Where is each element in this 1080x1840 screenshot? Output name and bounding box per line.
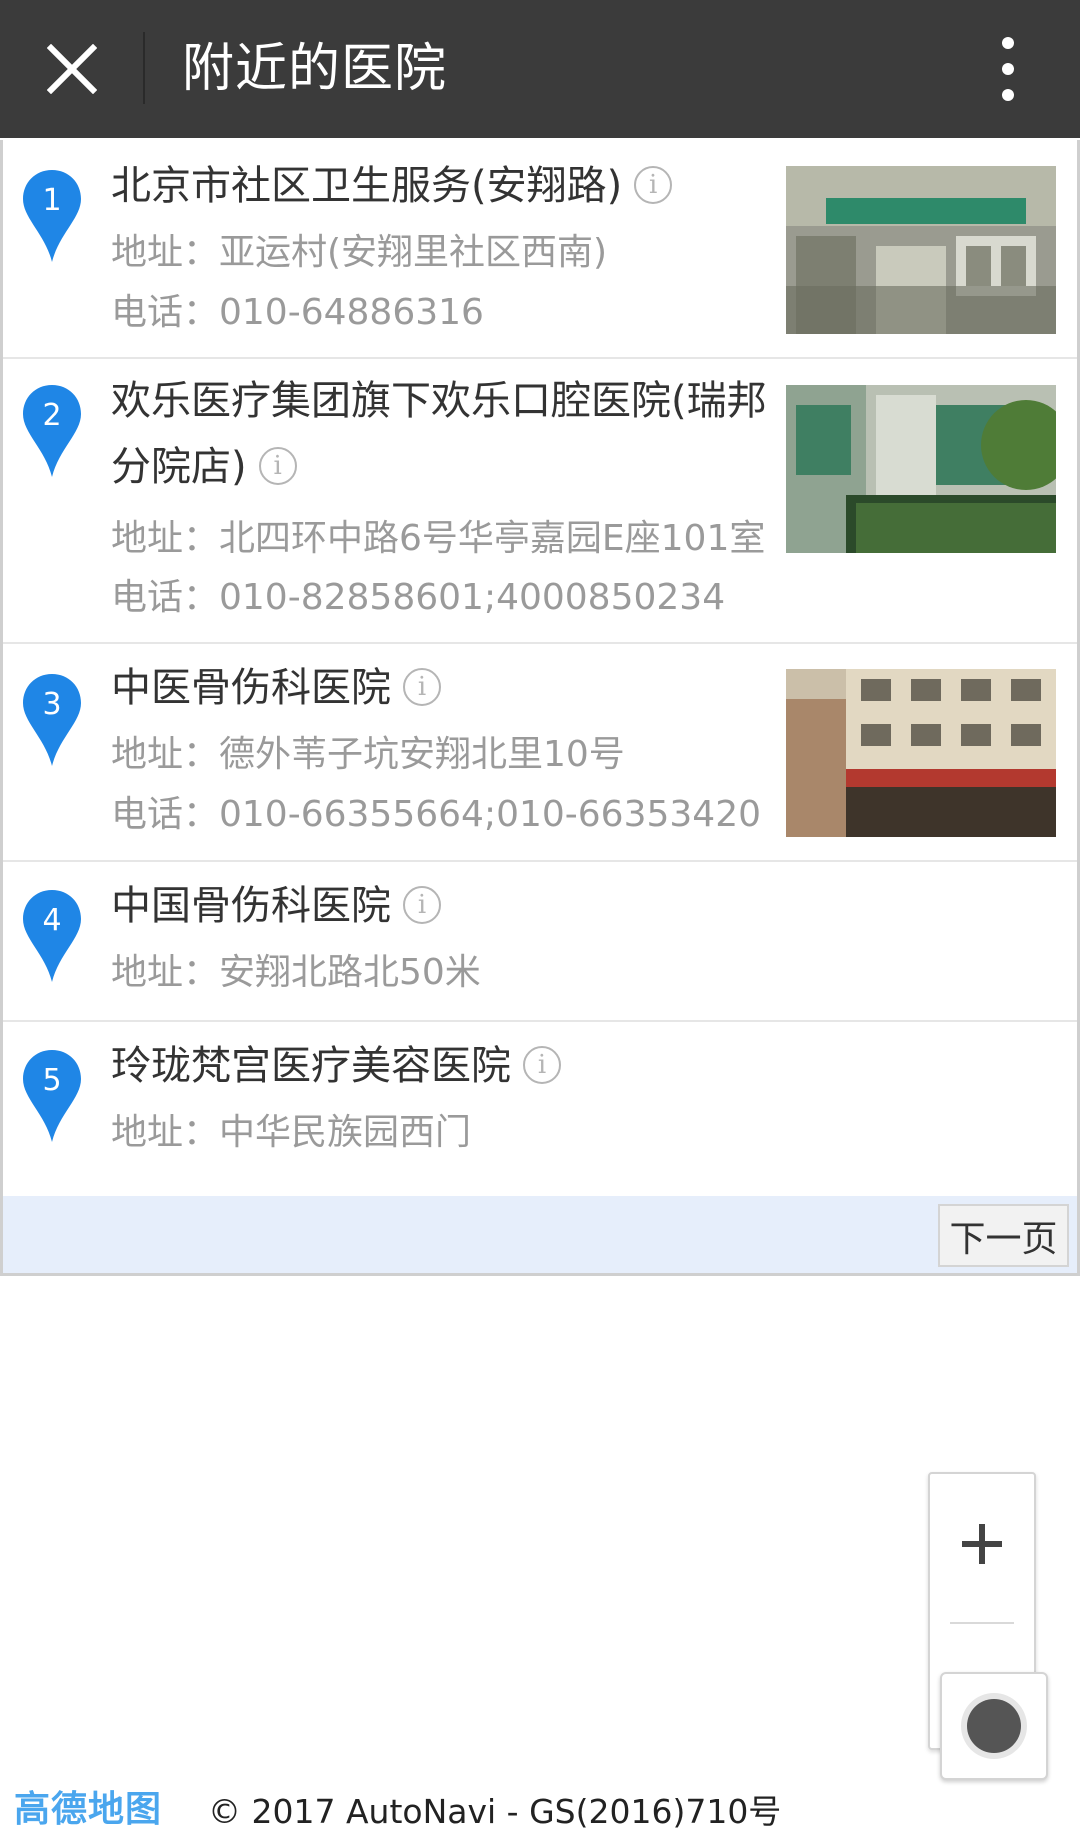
location-icon <box>967 1699 1021 1753</box>
more-vertical-icon-dot <box>1002 63 1014 75</box>
amap-logo: 高德地图 <box>14 1784 162 1830</box>
list-item[interactable]: 2 欢乐医疗集团旗下欢乐口腔医院(瑞邦 分院店) i 地址：北四环中路6号华亭嘉园… <box>3 359 1077 644</box>
hospital-phone[interactable]: 电话：010-66355664;010-66353420 <box>111 790 761 840</box>
list-item[interactable]: 3 中医骨伤科医院 i 地址：德外苇子坑安翔北里10号 电话：010-663556… <box>3 644 1077 862</box>
hospital-name[interactable]: 北京市社区卫生服务(安翔路) i <box>111 158 673 214</box>
hospital-name-text: 中医骨伤科医院 <box>111 665 391 711</box>
locate-me-button[interactable] <box>940 1672 1048 1780</box>
plus-icon <box>962 1524 1002 1564</box>
pager-bar: 下一页 <box>3 1196 1077 1273</box>
map-pin-icon: 1 <box>21 168 83 264</box>
app-header: 附近的医院 <box>0 0 1080 138</box>
hospital-address: 地址：北四环中路6号华亭嘉园E座101室 <box>111 518 766 559</box>
pin-number: 5 <box>42 1063 61 1098</box>
map-pin-icon: 3 <box>21 672 83 768</box>
info-icon[interactable]: i <box>403 886 441 924</box>
map-pin-icon: 4 <box>21 888 83 984</box>
hospital-name[interactable]: 欢乐医疗集团旗下欢乐口腔医院(瑞邦 <box>111 373 767 429</box>
hospital-phone[interactable]: 电话：010-82858601;4000850234 <box>111 573 725 623</box>
info-icon[interactable]: i <box>258 447 297 485</box>
more-vertical-icon-dot <box>1002 89 1014 101</box>
hospital-name-text: 中国骨伤科医院 <box>111 883 391 929</box>
map-copyright: © 2017 AutoNavi - GS(2016)710号 <box>208 1792 782 1831</box>
more-vertical-icon <box>1002 37 1014 49</box>
list-item[interactable]: 4 中国骨伤科医院 i 地址：安翔北路北50米 <box>3 862 1077 1022</box>
hospital-photo[interactable] <box>786 166 1056 334</box>
hospital-list-panel: 1 北京市社区卫生服务(安翔路) i 地址：亚运村(安翔里社区西南) 电话：010… <box>0 140 1080 1276</box>
hospital-name-text: 分院店) <box>111 444 247 490</box>
hospital-address: 地址：中华民族园西门 <box>111 1112 472 1153</box>
list-item[interactable]: 5 玲珑梵宫医疗美容医院 i 地址：中华民族园西门 <box>3 1022 1077 1196</box>
next-page-button[interactable]: 下一页 <box>938 1204 1069 1267</box>
info-icon[interactable]: i <box>403 668 441 706</box>
map-pin-icon: 2 <box>21 383 83 479</box>
pin-number: 4 <box>42 903 61 938</box>
logo-text: 高德地图 <box>14 1789 163 1830</box>
hospital-address: 地址：德外苇子坑安翔北里10号 <box>111 734 625 775</box>
close-button[interactable] <box>22 16 122 122</box>
hospital-name[interactable]: 玲珑梵宫医疗美容医院 i <box>111 1038 561 1094</box>
pin-number: 2 <box>42 398 61 433</box>
zoom-divider <box>950 1622 1014 1624</box>
pin-number: 3 <box>42 687 61 722</box>
hospital-name[interactable]: 中国骨伤科医院 i <box>111 878 441 934</box>
hospital-name-line2[interactable]: 分院店) i <box>111 439 297 495</box>
zoom-in-button[interactable] <box>930 1474 1034 1614</box>
info-icon[interactable]: i <box>523 1046 561 1084</box>
hospital-photo[interactable] <box>786 385 1056 553</box>
page-title: 附近的医院 <box>182 39 448 99</box>
list-item[interactable]: 1 北京市社区卫生服务(安翔路) i 地址：亚运村(安翔里社区西南) 电话：010… <box>3 140 1077 359</box>
info-icon[interactable]: i <box>634 166 673 204</box>
hospital-name[interactable]: 中医骨伤科医院 i <box>111 660 441 716</box>
map-pin-icon: 5 <box>21 1048 83 1144</box>
hospital-address: 地址：亚运村(安翔里社区西南) <box>111 232 608 273</box>
pin-number: 1 <box>42 183 61 218</box>
more-options-button[interactable] <box>976 24 1040 114</box>
hospital-name-text: 玲珑梵宫医疗美容医院 <box>111 1043 511 1089</box>
hospital-phone[interactable]: 电话：010-64886316 <box>111 288 484 338</box>
hospital-address: 地址：安翔北路北50米 <box>111 952 481 993</box>
hospital-photo[interactable] <box>786 669 1056 837</box>
hospital-name-text: 北京市社区卫生服务(安翔路) <box>111 163 623 209</box>
header-divider <box>143 32 145 104</box>
close-icon <box>47 44 97 94</box>
